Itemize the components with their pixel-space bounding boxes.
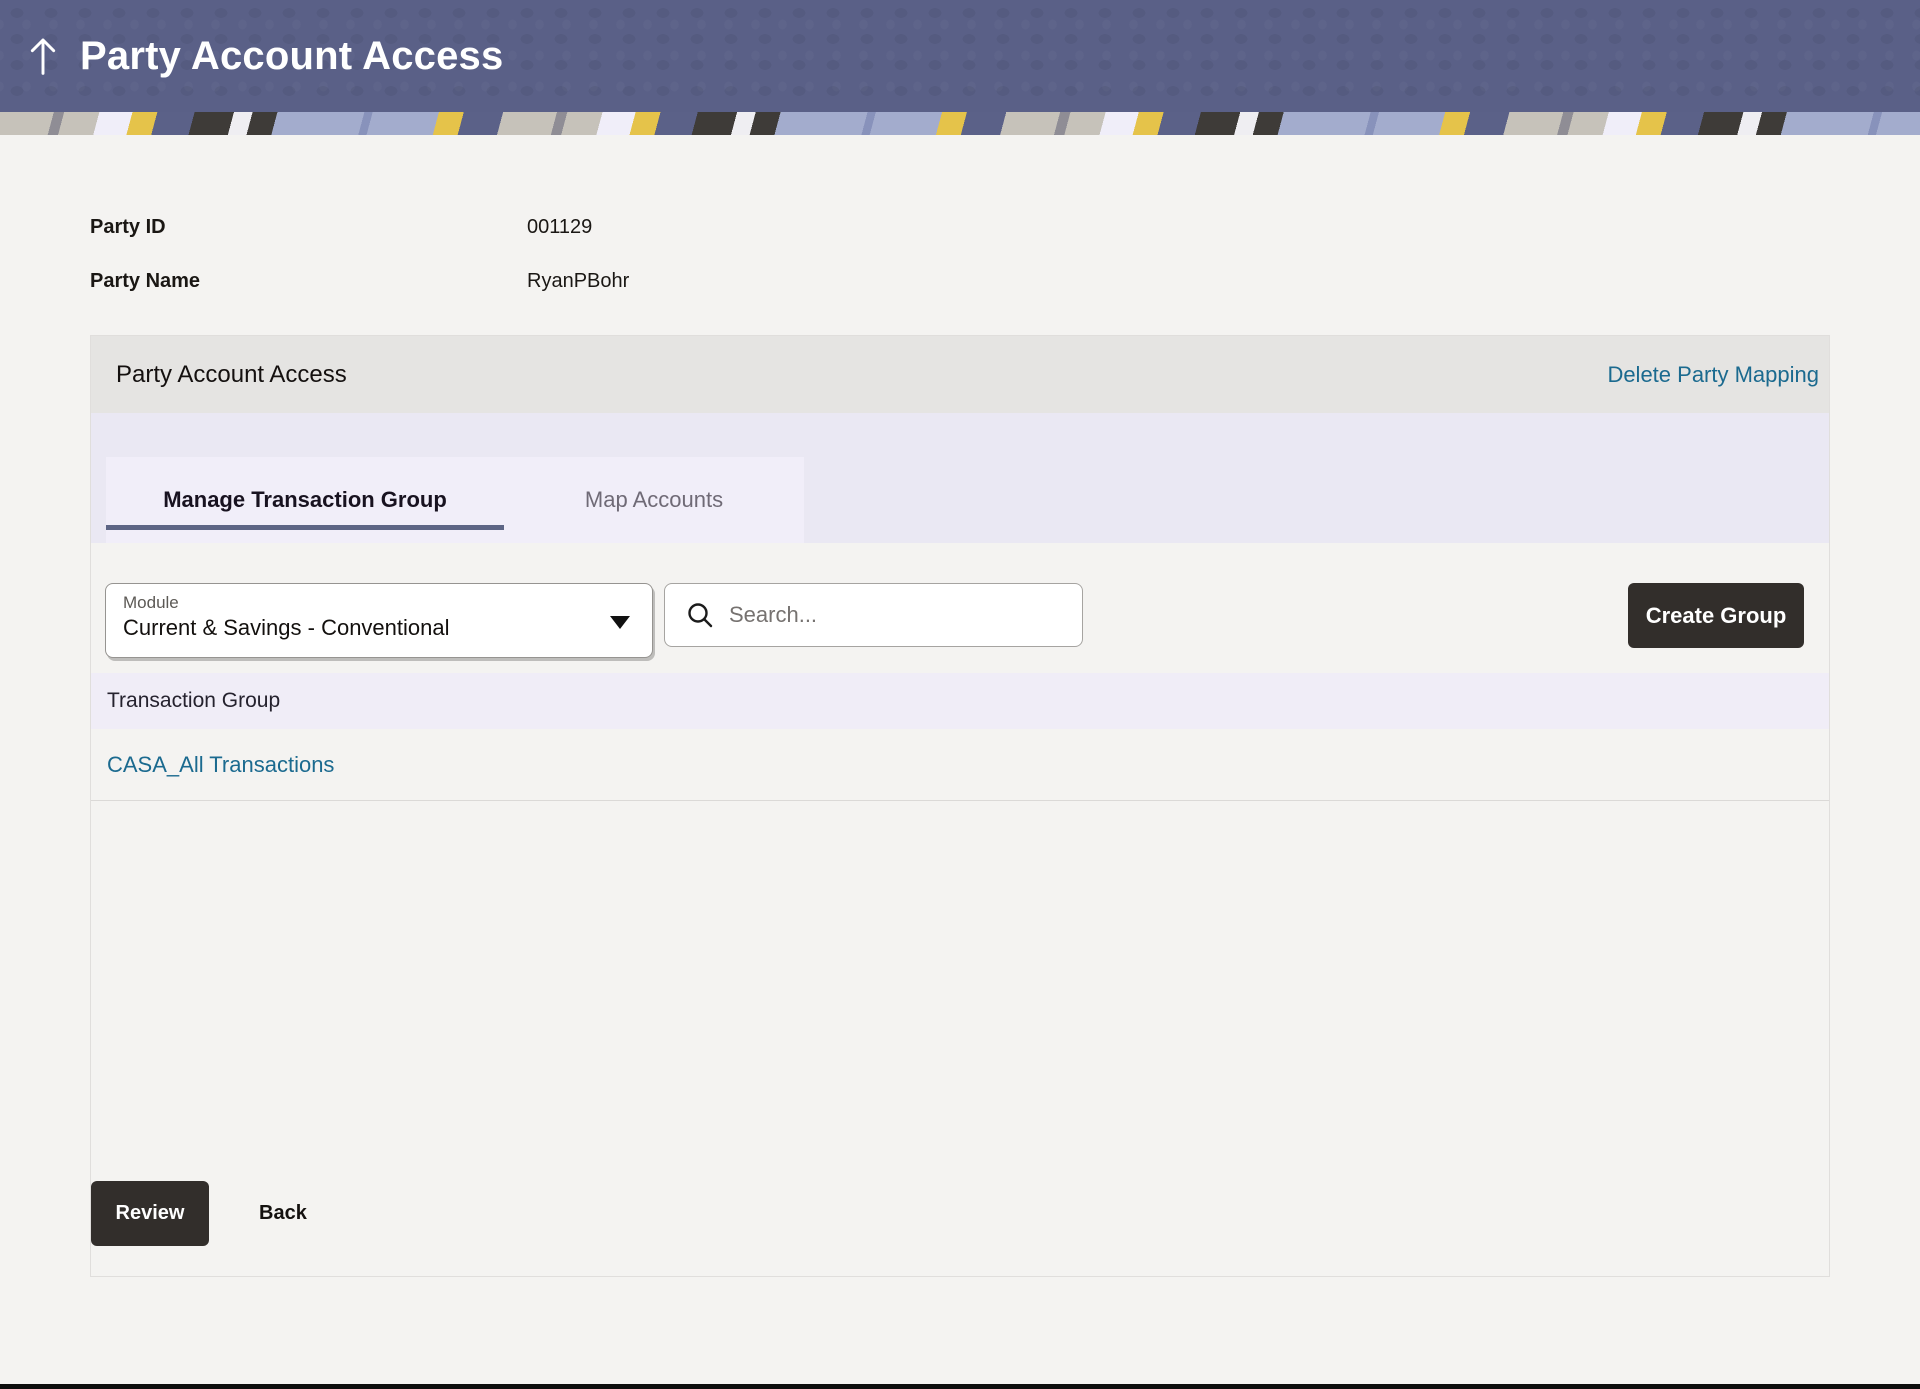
party-id-row: Party ID 001129 xyxy=(90,213,1920,241)
module-dropdown-label: Module xyxy=(123,593,634,613)
party-name-label: Party Name xyxy=(90,270,527,293)
tab-manage-transaction-group[interactable]: Manage Transaction Group xyxy=(106,457,504,543)
module-dropdown[interactable]: Module Current & Savings - Conventional xyxy=(105,583,653,658)
party-id-label: Party ID xyxy=(90,216,527,239)
create-group-button[interactable]: Create Group xyxy=(1628,583,1804,648)
tab-strip: Manage Transaction Group Map Accounts xyxy=(106,457,804,543)
search-box xyxy=(664,583,1083,647)
search-input[interactable] xyxy=(729,602,1068,628)
table-row[interactable]: CASA_All Transactions xyxy=(91,729,1829,801)
transaction-group-link[interactable]: CASA_All Transactions xyxy=(107,752,334,778)
page: Party Account Access Party ID 001129 Par… xyxy=(0,0,1920,1389)
party-name-value: RyanPBohr xyxy=(527,270,629,293)
app-header: Party Account Access xyxy=(0,0,1920,112)
up-arrow-glyph xyxy=(27,36,59,76)
party-account-access-panel: Party Account Access Delete Party Mappin… xyxy=(90,335,1830,1277)
up-arrow-icon[interactable] xyxy=(20,33,66,79)
filter-row: Module Current & Savings - Conventional … xyxy=(105,583,1804,658)
panel-body: Module Current & Savings - Conventional … xyxy=(91,543,1829,1276)
decorative-banner-strip xyxy=(0,112,1920,135)
back-button[interactable]: Back xyxy=(259,1202,307,1225)
party-info: Party ID 001129 Party Name RyanPBohr xyxy=(90,213,1920,295)
bottom-edge-bar xyxy=(0,1384,1920,1389)
panel-header: Party Account Access Delete Party Mappin… xyxy=(91,336,1829,413)
page-title: Party Account Access xyxy=(80,34,503,79)
main-content: Party ID 001129 Party Name RyanPBohr Par… xyxy=(0,135,1920,1384)
caret-down-icon xyxy=(610,616,630,629)
review-button[interactable]: Review xyxy=(91,1181,209,1246)
party-name-row: Party Name RyanPBohr xyxy=(90,267,1920,295)
panel-title: Party Account Access xyxy=(116,361,347,389)
delete-party-mapping-link[interactable]: Delete Party Mapping xyxy=(1607,362,1819,388)
magnifier-icon xyxy=(685,600,715,630)
party-id-value: 001129 xyxy=(527,216,592,239)
tab-region: Manage Transaction Group Map Accounts xyxy=(91,413,1829,543)
transaction-group-column-header: Transaction Group xyxy=(107,689,280,713)
actions-row: Review Back xyxy=(91,1181,1829,1276)
tab-map-accounts[interactable]: Map Accounts xyxy=(504,457,804,543)
module-dropdown-value: Current & Savings - Conventional xyxy=(123,613,634,643)
transaction-group-table-header: Transaction Group xyxy=(91,673,1829,729)
